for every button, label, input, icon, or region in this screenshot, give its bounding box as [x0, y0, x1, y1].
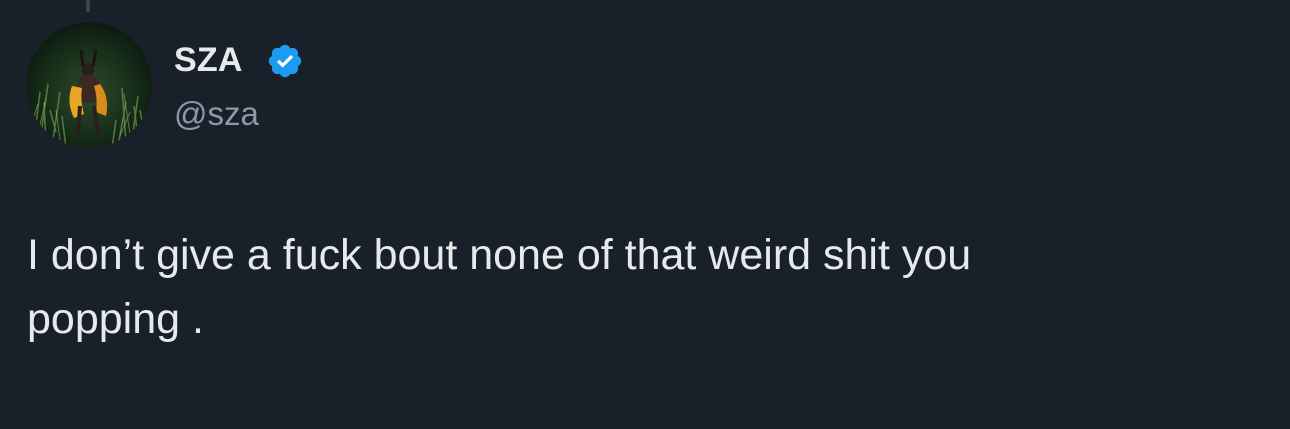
- tweet-text: I don’t give a fuck bout none of that we…: [27, 231, 972, 343]
- profile-avatar-icon: [31, 49, 145, 148]
- verified-badge-icon[interactable]: [266, 42, 304, 80]
- thread-connector-line: [86, 0, 90, 12]
- author-handle[interactable]: @sza: [174, 94, 259, 134]
- profile-avatar[interactable]: [26, 22, 152, 148]
- author-display-name[interactable]: SZA: [174, 40, 243, 80]
